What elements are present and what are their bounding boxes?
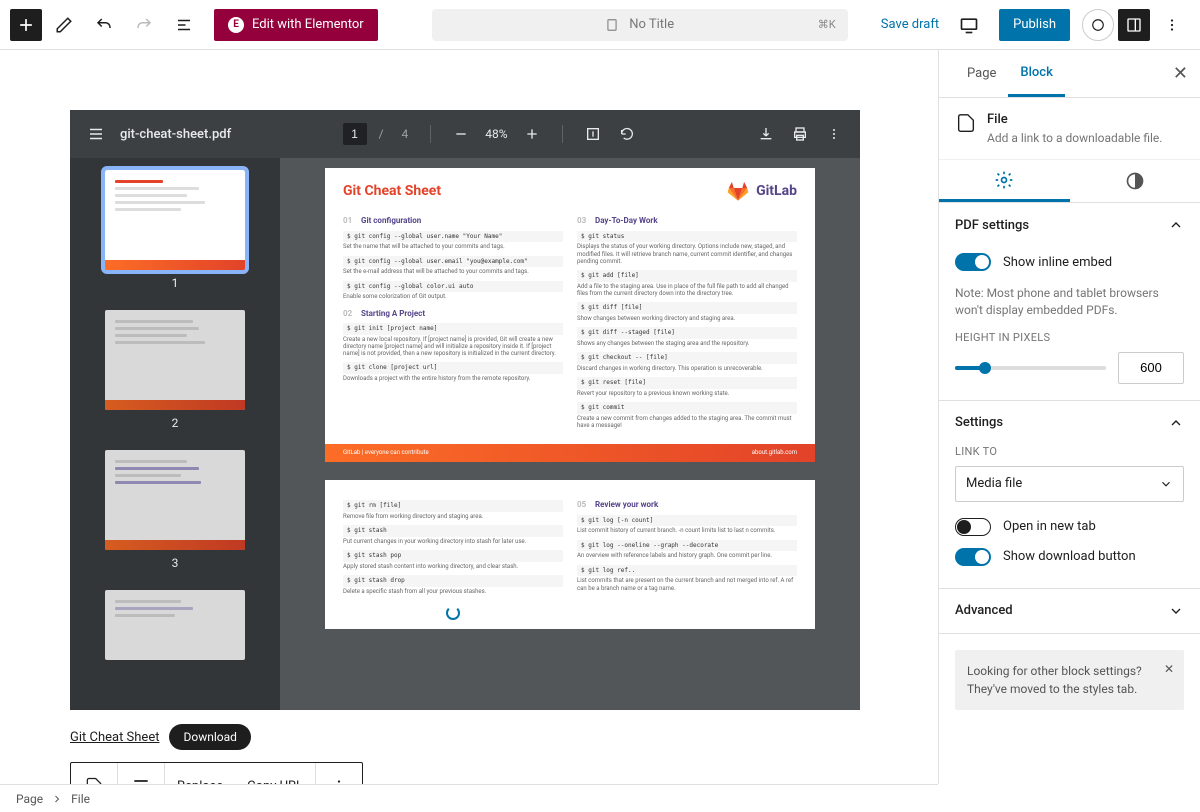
new-tab-label: Open in new tab	[1003, 519, 1096, 534]
thumb-label-2: 2	[82, 416, 268, 430]
pdf-page-input[interactable]	[343, 123, 367, 145]
add-block-button[interactable]	[10, 9, 42, 41]
notice-close-button[interactable]: ✕	[1164, 660, 1174, 678]
chevron-down-icon	[1159, 477, 1173, 491]
download-button[interactable]: Download	[169, 724, 250, 750]
breadcrumb-page[interactable]: Page	[16, 792, 43, 806]
close-sidebar-button[interactable]: ✕	[1173, 63, 1188, 84]
block-type-button[interactable]	[71, 763, 117, 784]
pdf-page-2: $ git rm [file]Remove file from working …	[325, 480, 815, 629]
pdf-download-button[interactable]	[752, 120, 780, 148]
pdf-thumb-1[interactable]	[105, 170, 245, 270]
pdf-filename: git-cheat-sheet.pdf	[120, 127, 231, 142]
panel-settings[interactable]: Settings	[939, 401, 1200, 445]
tab-styles-icon[interactable]	[1070, 160, 1200, 202]
shortcut-hint: ⌘K	[818, 18, 836, 31]
chevron-up-icon	[1168, 217, 1184, 233]
document-title: No Title	[629, 17, 674, 32]
block-type-desc: Add a link to a downloadable file.	[987, 131, 1162, 145]
pdf-more-button[interactable]	[820, 120, 848, 148]
pdf-rotate-button[interactable]	[613, 120, 641, 148]
show-download-label: Show download button	[1003, 549, 1136, 564]
link-to-select[interactable]: Media file	[955, 466, 1184, 502]
file-link-text[interactable]: Git Cheat Sheet	[70, 730, 159, 745]
height-label: HEIGHT IN PIXELS	[955, 331, 1184, 344]
breadcrumb-block[interactable]: File	[71, 792, 90, 806]
file-icon	[955, 112, 977, 134]
loading-spinner-icon	[446, 606, 460, 620]
pdf-thumb-4[interactable]	[105, 590, 245, 660]
pdf-thumbnails: 1 2 3	[70, 158, 280, 710]
elementor-label: Edit with Elementor	[252, 17, 364, 32]
height-slider[interactable]	[955, 366, 1106, 370]
thumb-label-1: 1	[82, 276, 268, 290]
pdf-print-button[interactable]	[786, 120, 814, 148]
preview-button[interactable]	[951, 7, 987, 43]
block-align-button[interactable]	[118, 763, 164, 784]
page-icon	[605, 18, 619, 32]
settings-sidebar: Page Block ✕ File Add a link to a downlo…	[938, 50, 1200, 784]
pdf-page-view[interactable]: GitLab Git Cheat Sheet 01Git configurati…	[280, 158, 860, 710]
pdf-embed: git-cheat-sheet.pdf / 4 48%	[70, 110, 860, 710]
elementor-button[interactable]: E Edit with Elementor	[214, 9, 378, 41]
breadcrumb: Page File	[0, 784, 938, 812]
pdf-zoom-out-button[interactable]	[447, 120, 475, 148]
yoast-button[interactable]	[1082, 9, 1114, 41]
pdf-thumb-3[interactable]	[105, 450, 245, 550]
document-title-button[interactable]: No Title ⌘K	[432, 9, 848, 41]
styles-notice: Looking for other block settings? They'v…	[955, 650, 1184, 710]
block-toolbar: Replace Copy URL	[70, 762, 363, 784]
link-to-label: LINK TO	[955, 445, 1184, 458]
block-more-button[interactable]	[316, 763, 362, 784]
inline-note: Note: Most phone and tablet browsers won…	[955, 285, 1184, 319]
tab-block[interactable]: Block	[1008, 51, 1064, 97]
undo-button[interactable]	[86, 7, 122, 43]
inline-embed-label: Show inline embed	[1003, 255, 1112, 270]
tab-settings-icon[interactable]	[939, 160, 1070, 202]
publish-button[interactable]: Publish	[999, 9, 1070, 41]
styles-icon	[1125, 171, 1145, 191]
pdf-page-1: GitLab Git Cheat Sheet 01Git configurati…	[325, 168, 815, 462]
gitlab-logo: GitLab	[726, 180, 797, 202]
options-button[interactable]	[1154, 7, 1190, 43]
redo-button[interactable]	[126, 7, 162, 43]
pdf-fit-button[interactable]	[579, 120, 607, 148]
pdf-thumb-2[interactable]	[105, 310, 245, 410]
pdf-zoom-in-button[interactable]	[518, 120, 546, 148]
gear-icon	[994, 170, 1014, 190]
tab-page[interactable]: Page	[955, 52, 1008, 95]
save-draft-button[interactable]: Save draft	[881, 17, 939, 32]
toggle-inline-embed[interactable]	[955, 253, 991, 271]
height-input[interactable]	[1118, 352, 1184, 384]
pdf-zoom-level: 48%	[485, 127, 507, 141]
pdf-menu-button[interactable]	[82, 120, 110, 148]
block-type-name: File	[987, 112, 1162, 127]
panel-pdf-settings[interactable]: PDF settings	[939, 203, 1200, 247]
panel-advanced[interactable]: Advanced	[939, 589, 1200, 633]
edit-mode-button[interactable]	[46, 7, 82, 43]
pdf-page-sep: /	[379, 127, 384, 141]
chevron-up-icon	[1168, 415, 1184, 431]
document-outline-button[interactable]	[166, 7, 202, 43]
toggle-show-download[interactable]	[955, 548, 991, 566]
thumb-label-3: 3	[82, 556, 268, 570]
pdf-page-total: 4	[402, 127, 409, 141]
settings-sidebar-toggle[interactable]	[1118, 9, 1150, 41]
chevron-down-icon	[1168, 603, 1184, 619]
toggle-new-tab[interactable]	[955, 518, 991, 536]
chevron-right-icon	[51, 793, 63, 805]
elementor-icon: E	[228, 17, 244, 33]
